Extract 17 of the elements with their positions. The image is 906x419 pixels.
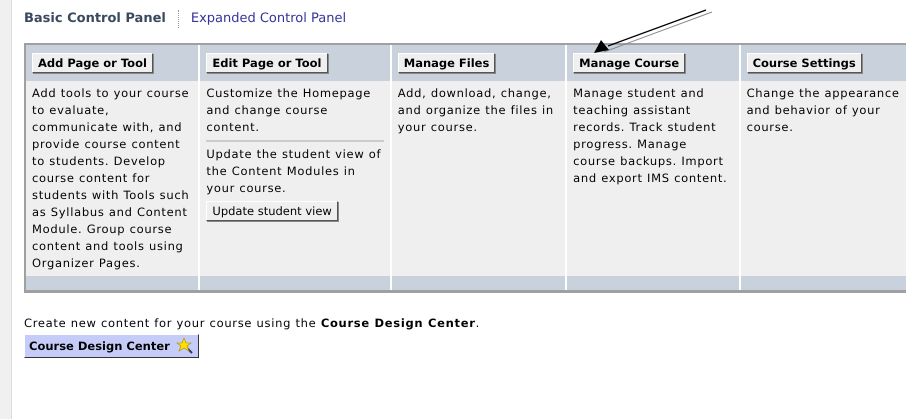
description-text: Change the appearance and behavior of your course.	[746, 85, 900, 136]
panel-button[interactable]: Manage Files	[398, 53, 496, 73]
description-text: Add tools to your course to evaluate, communicate with, and provide course content to students. Develop course content for students with Tools such as Syllabus and Content Module. Group course content and tools using Organizer Pages.	[32, 85, 190, 272]
tab-link[interactable]: Expanded Control Panel	[190, 9, 358, 29]
tab[interactable]: Basic Control Panel	[24, 9, 178, 29]
description-text: Manage student and teaching assistant records. Track student progress. Manage course backups. Import and export IMS content.	[573, 85, 728, 187]
magic-wand-icon	[176, 337, 194, 356]
panel-button[interactable]: Manage Course	[573, 53, 686, 73]
update-view-button[interactable]: Update student view	[206, 201, 338, 221]
panel-button[interactable]: Add Page or Tool	[32, 53, 153, 73]
description-text: Update the student view of the Content Modules in your course.	[206, 146, 382, 197]
panel-button[interactable]: Edit Page or Tool	[206, 53, 328, 73]
design-center-text: Create new content for your course using the Course Design Center.	[24, 315, 481, 332]
panel-button[interactable]: Course Settings	[746, 53, 862, 73]
description-text: Add, download, change, and organize the files in your course.	[398, 85, 555, 136]
course-design-center-button[interactable]: Course Design Center	[24, 334, 199, 358]
description-text: Customize the Homepage and change course content.	[206, 85, 372, 136]
